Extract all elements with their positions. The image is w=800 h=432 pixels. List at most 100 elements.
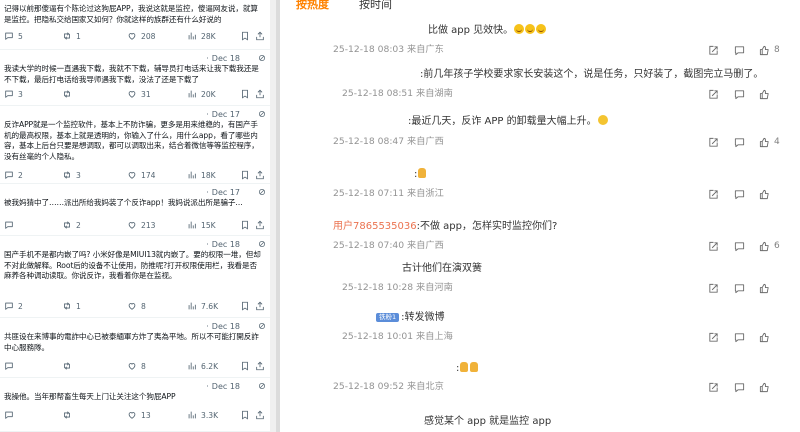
grok-icon[interactable] xyxy=(258,382,266,390)
comment-icon[interactable] xyxy=(734,45,745,56)
repost-button[interactable] xyxy=(62,410,76,420)
like-icon[interactable] xyxy=(759,332,770,343)
tweet-actions: 5 1 208 28K xyxy=(2,30,268,42)
bookmark-icon[interactable] xyxy=(240,170,254,180)
repost-button[interactable]: 2 xyxy=(62,220,81,230)
views-button[interactable]: 6.2K xyxy=(187,361,218,371)
comment-icon[interactable] xyxy=(734,382,745,393)
tweet-card[interactable]: · Dec 18 我操他。当年那帮畜生每天上门让关注这个狗屁APP 13 3.3K xyxy=(0,378,270,432)
share-icon[interactable] xyxy=(708,89,719,100)
comment-icon[interactable] xyxy=(734,189,745,200)
comment-icon[interactable] xyxy=(734,241,745,252)
bookmark-icon[interactable] xyxy=(240,31,254,41)
reply-button[interactable] xyxy=(4,220,18,230)
like-button[interactable]: 8 xyxy=(127,361,146,371)
share-icon[interactable] xyxy=(255,410,269,420)
like-button[interactable]: 174 xyxy=(127,170,156,180)
tweet-card[interactable]: · Dec 18 国产手机不是都内嵌了吗? 小米好像是MIUI13就内嵌了。要的权限… xyxy=(0,236,270,318)
tweet-card[interactable]: · Dec 17 反诈APP就是一个监控软件，基本上不防诈骗，更多是用来维稳的，有国… xyxy=(0,106,270,184)
reply-button[interactable]: 2 xyxy=(4,301,23,311)
tweet-timestamp[interactable]: Dec 17 xyxy=(212,110,240,119)
like-icon[interactable] xyxy=(759,189,770,200)
repost-button[interactable]: 3 xyxy=(62,170,81,180)
tweet-timestamp[interactable]: Dec 18 xyxy=(212,322,240,331)
separator-dot: · xyxy=(206,110,209,119)
bookmark-icon[interactable] xyxy=(240,220,254,230)
like-icon[interactable] xyxy=(759,283,770,294)
like-button[interactable]: 13 xyxy=(127,410,151,420)
grok-icon[interactable] xyxy=(258,188,266,196)
tweet-actions: 2 213 15K xyxy=(2,219,268,231)
like-icon[interactable] xyxy=(759,382,770,393)
tweet-card[interactable]: · Dec 18 我读大学的时候一直遇我下载，我就不下载，辅导员打电话来让我下载我还… xyxy=(0,50,270,106)
like-icon[interactable] xyxy=(759,89,770,100)
tweet-timestamp[interactable]: Dec 18 xyxy=(212,240,240,249)
views-button[interactable]: 20K xyxy=(187,89,216,99)
grok-icon[interactable] xyxy=(258,110,266,118)
share-icon[interactable] xyxy=(255,301,269,311)
tweet-card[interactable]: · Dec 17 被我妈猜中了……派出所给我妈装了个反诈app！我妈说派出所是骗子…… xyxy=(0,184,270,236)
like-button[interactable]: 213 xyxy=(127,220,156,230)
share-icon[interactable] xyxy=(708,189,719,200)
views-button[interactable]: 18K xyxy=(187,170,216,180)
tweet-actions: 13 3.3K xyxy=(2,409,268,421)
comment-actions xyxy=(708,381,800,395)
repost-button[interactable]: 1 xyxy=(62,301,81,311)
reply-button[interactable] xyxy=(4,410,18,420)
views-button[interactable]: 15K xyxy=(187,220,216,230)
comment-text: :最近几天，反诈 APP 的卸载量大幅上升。 xyxy=(408,116,597,127)
share-icon[interactable] xyxy=(255,220,269,230)
views-button[interactable]: 3.3K xyxy=(187,410,218,420)
tweet-card[interactable]: 记得以前那傻逼有个陈论过这狗屁APP，我说这就是监控，傻逼网友说，就算是监控。把… xyxy=(0,0,270,50)
comment-username[interactable]: 用户7865535036 xyxy=(333,221,417,232)
reply-button[interactable]: 5 xyxy=(4,31,23,41)
grok-icon[interactable] xyxy=(258,54,266,62)
separator-dot: · xyxy=(206,382,209,391)
share-icon[interactable] xyxy=(708,382,719,393)
share-icon[interactable] xyxy=(255,170,269,180)
comment-icon[interactable] xyxy=(734,332,745,343)
views-button[interactable]: 7.6K xyxy=(187,301,218,311)
bookmark-icon[interactable] xyxy=(240,89,254,99)
share-icon[interactable] xyxy=(255,361,269,371)
share-icon[interactable] xyxy=(708,283,719,294)
tweet-timestamp[interactable]: Dec 18 xyxy=(212,54,240,63)
count-label: 7.6K xyxy=(201,301,219,311)
comment-icon[interactable] xyxy=(734,283,745,294)
reply-button[interactable]: 2 xyxy=(4,170,23,180)
thumbs-up-emoji-icon xyxy=(418,168,427,178)
share-icon[interactable] xyxy=(708,241,719,252)
tweet-card[interactable]: · Dec 18 共匪设在来博事的電詐中心已被泰緬軍方炸了夷為平地。所以不可能打開反… xyxy=(0,318,270,378)
share-icon[interactable] xyxy=(708,332,719,343)
share-icon[interactable] xyxy=(255,31,269,41)
tweet-text: 共匪设在来博事的電詐中心已被泰緬軍方炸了夷為平地。所以不可能打開反詐中心服務隊。 xyxy=(4,332,259,352)
repost-button[interactable]: 1 xyxy=(62,31,81,41)
share-icon[interactable] xyxy=(708,137,719,148)
tab-sort-time[interactable]: 按时间 xyxy=(359,0,392,12)
like-button[interactable]: 8 xyxy=(127,301,146,311)
repost-button[interactable] xyxy=(62,89,76,99)
repost-button[interactable] xyxy=(62,361,76,371)
comment-actions: 6 xyxy=(708,240,800,254)
share-icon[interactable] xyxy=(255,89,269,99)
comment-icon[interactable] xyxy=(734,89,745,100)
like-icon[interactable] xyxy=(759,241,770,252)
bookmark-icon[interactable] xyxy=(240,410,254,420)
tweet-timestamp[interactable]: Dec 18 xyxy=(212,382,240,391)
grok-icon[interactable] xyxy=(258,240,266,248)
reply-button[interactable] xyxy=(4,361,18,371)
grok-icon[interactable] xyxy=(258,322,266,330)
tab-sort-hot[interactable]: 按热度 xyxy=(296,0,329,12)
reply-button[interactable]: 3 xyxy=(4,89,23,99)
like-icon[interactable] xyxy=(759,45,770,56)
bookmark-icon[interactable] xyxy=(240,361,254,371)
comment-icon[interactable] xyxy=(734,137,745,148)
like-button[interactable]: 208 xyxy=(127,31,156,41)
smile-emoji-icon xyxy=(525,24,536,34)
tweet-timestamp[interactable]: Dec 17 xyxy=(212,188,240,197)
like-button[interactable]: 31 xyxy=(127,89,151,99)
bookmark-icon[interactable] xyxy=(240,301,254,311)
views-button[interactable]: 28K xyxy=(187,31,216,41)
like-icon[interactable] xyxy=(759,137,770,148)
share-icon[interactable] xyxy=(708,45,719,56)
